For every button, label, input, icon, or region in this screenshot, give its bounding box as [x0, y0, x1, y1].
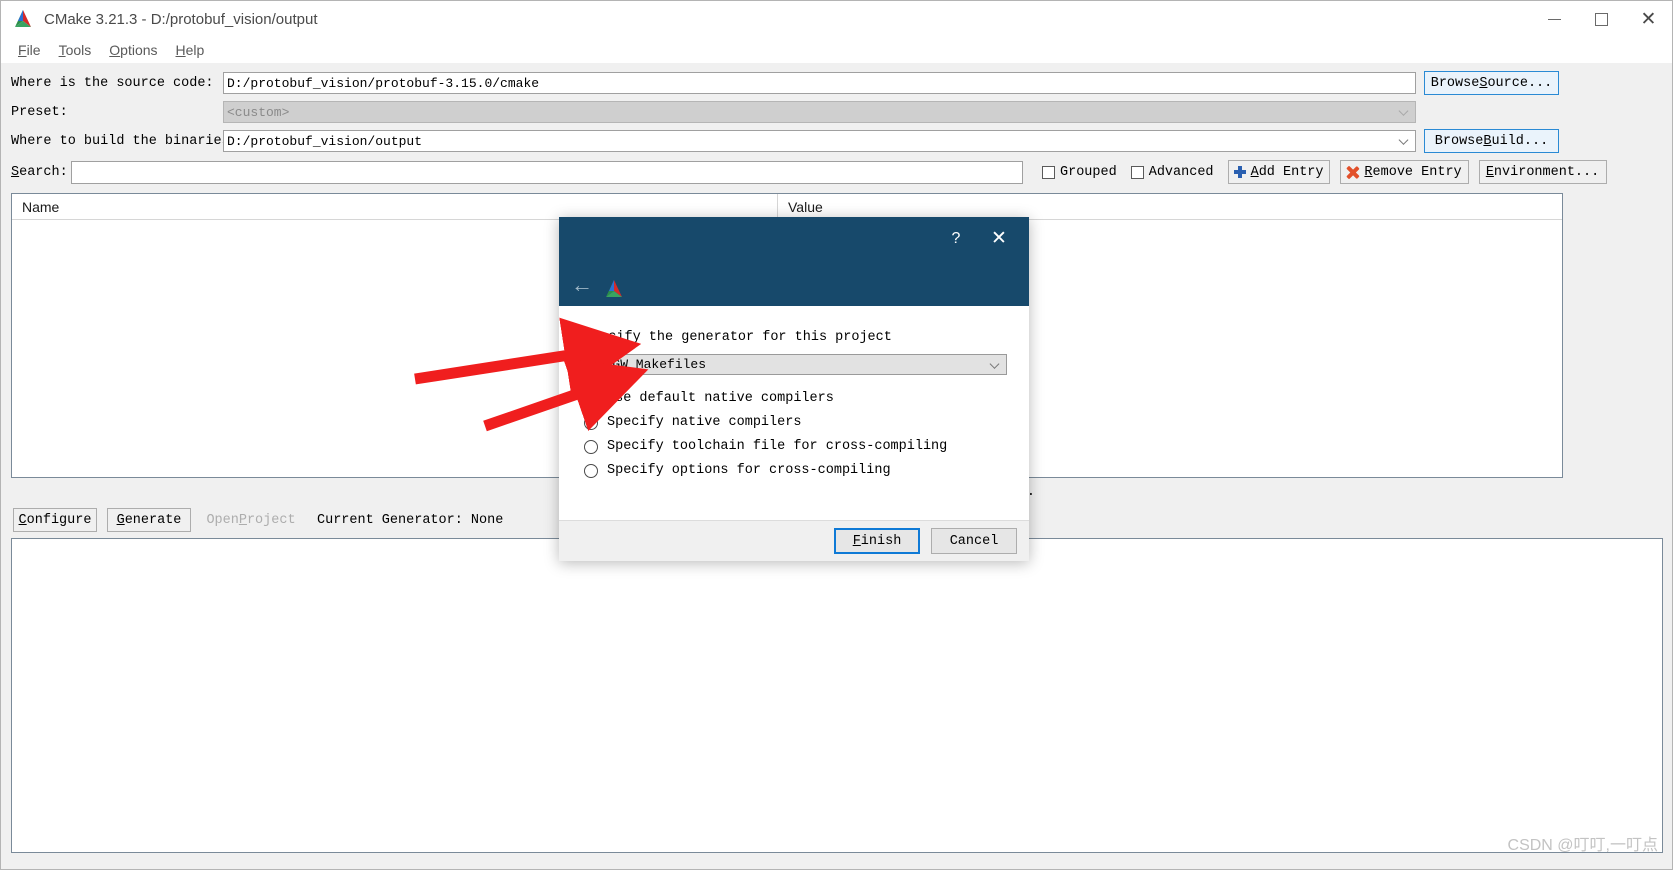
advanced-checkbox[interactable]: Advanced — [1130, 164, 1214, 180]
generator-wizard-dialog: ? ✕ ← Specify the generator for this pro… — [559, 217, 1029, 561]
cancel-button[interactable]: Cancel — [931, 528, 1017, 554]
radio-use-default-native-compilers[interactable]: Use default native compilers — [584, 391, 1007, 406]
chevron-down-icon — [1398, 106, 1409, 116]
dialog-back-button[interactable]: ← — [569, 274, 595, 296]
minimize-button[interactable] — [1531, 1, 1578, 37]
cmake-logo-icon — [603, 278, 625, 300]
radio-label: Specify toolchain file for cross-compili… — [607, 439, 948, 454]
close-icon: ✕ — [991, 227, 1007, 249]
checkbox-box-icon — [1130, 165, 1144, 179]
csdn-watermark: CSDN @叮叮,一叮点 — [1507, 837, 1658, 854]
grouped-label: Grouped — [1060, 164, 1117, 180]
title-bar: CMake 3.21.3 - D:/protobuf_vision/output… — [1, 1, 1672, 37]
preset-label: Preset: — [11, 104, 68, 120]
add-entry-button[interactable]: Add Entry — [1227, 160, 1330, 184]
open-project-button: Open Project — [206, 512, 296, 528]
generator-combo[interactable]: MinGW Makefiles — [584, 354, 1007, 375]
radio-label: Specify options for cross-compiling — [607, 463, 891, 478]
minimize-icon — [1548, 18, 1561, 20]
generator-selected-value: MinGW Makefiles — [589, 357, 707, 372]
browse-build-button[interactable]: Browse Build... — [1424, 129, 1559, 153]
checkbox-box-icon — [1042, 165, 1055, 179]
radio-specify-cross-compiling-options[interactable]: Specify options for cross-compiling — [584, 463, 1007, 478]
help-button[interactable]: ? — [943, 227, 969, 251]
configure-button[interactable]: Configure — [13, 508, 97, 532]
grouped-checkbox[interactable]: Grouped — [1042, 165, 1117, 180]
menu-bar: File Tools Options Help — [1, 37, 1672, 63]
red-x-icon — [1346, 166, 1359, 179]
source-label: Where is the source code: — [11, 75, 214, 91]
remove-entry-button[interactable]: Remove Entry — [1339, 160, 1469, 184]
radio-label: Specify native compilers — [607, 415, 802, 430]
menu-options[interactable]: Options — [100, 40, 166, 60]
radio-button-icon — [584, 415, 598, 430]
binaries-value: D:/protobuf_vision/output — [227, 133, 423, 149]
window-title: CMake 3.21.3 - D:/protobuf_vision/output — [44, 10, 318, 28]
dialog-footer: Finish Cancel — [559, 520, 1029, 561]
window-controls: ✕ — [1531, 1, 1672, 37]
radio-specify-toolchain-file[interactable]: Specify toolchain file for cross-compili… — [584, 439, 1007, 454]
binaries-label: Where to build the binaries: — [11, 133, 238, 149]
menu-help[interactable]: Help — [167, 40, 214, 60]
cmake-logo-icon — [12, 8, 34, 30]
preset-value: <custom> — [227, 104, 290, 120]
chevron-down-icon — [1398, 135, 1409, 145]
path-form: Where is the source code: D:/protobuf_vi… — [1, 63, 1672, 190]
dialog-body: Specify the generator for this project M… — [559, 306, 1029, 520]
close-button[interactable]: ✕ — [1625, 1, 1672, 37]
back-arrow-icon: ← — [571, 272, 593, 297]
column-header-name[interactable]: Name — [12, 194, 778, 219]
maximize-icon — [1595, 12, 1608, 26]
generator-prompt: Specify the generator for this project — [584, 330, 892, 345]
radio-button-icon — [584, 439, 598, 454]
dialog-header: ? ✕ ← — [559, 217, 1029, 306]
output-log-pane[interactable] — [11, 538, 1663, 853]
radio-label: Use default native compilers — [607, 391, 834, 406]
chevron-down-icon — [989, 358, 1000, 369]
preset-combo[interactable]: <custom> — [223, 101, 1416, 123]
radio-button-icon — [584, 463, 598, 478]
cmake-gui-window: CMake 3.21.3 - D:/protobuf_vision/output… — [0, 0, 1673, 870]
search-input[interactable] — [71, 160, 1023, 184]
current-generator-label: Current Generator: None — [317, 512, 504, 528]
binaries-row: Where to build the binaries: D:/protobuf… — [11, 129, 1663, 153]
search-row: Search: Grouped Advanced Add Entry Remov… — [11, 160, 1663, 184]
generate-button[interactable]: Generate — [107, 508, 191, 532]
browse-source-button[interactable]: Browse Source... — [1424, 71, 1559, 95]
question-mark-icon: ? — [951, 230, 961, 247]
source-input[interactable]: D:/protobuf_vision/protobuf-3.15.0/cmake — [223, 72, 1416, 94]
radio-button-icon — [584, 391, 598, 406]
environment-button[interactable]: Environment... — [1478, 160, 1607, 184]
dialog-close-button[interactable]: ✕ — [985, 225, 1013, 251]
plus-icon — [1233, 166, 1246, 178]
close-icon: ✕ — [1640, 8, 1657, 30]
advanced-label: Advanced — [1148, 164, 1214, 180]
table-vertical-scrollbar[interactable] — [1563, 193, 1575, 478]
column-header-value[interactable]: Value — [778, 194, 1562, 219]
menu-file[interactable]: File — [9, 40, 50, 60]
source-row: Where is the source code: D:/protobuf_vi… — [11, 71, 1663, 95]
radio-specify-native-compilers[interactable]: Specify native compilers — [584, 415, 1007, 430]
search-label: Search: — [11, 164, 68, 180]
preset-row: Preset: <custom> — [11, 101, 1663, 123]
binaries-combo[interactable]: D:/protobuf_vision/output — [223, 130, 1416, 152]
maximize-button[interactable] — [1578, 1, 1625, 37]
menu-tools[interactable]: Tools — [50, 40, 101, 60]
cancel-button-label: Cancel — [949, 533, 999, 549]
finish-button[interactable]: Finish — [834, 528, 920, 554]
